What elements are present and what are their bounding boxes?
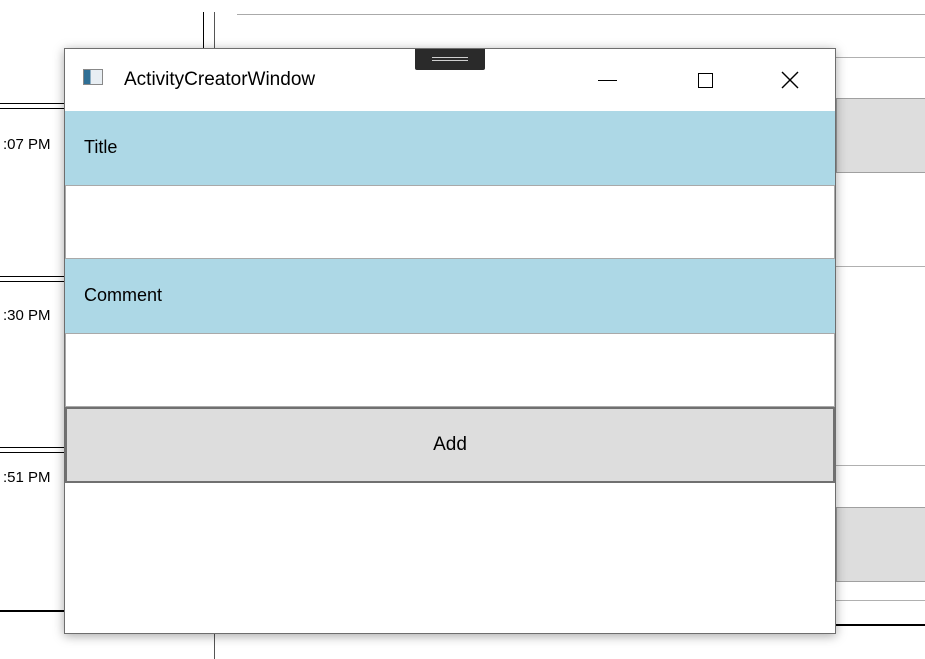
- empty-content-area: [65, 483, 835, 633]
- minimize-icon: [597, 79, 617, 81]
- close-button[interactable]: [758, 49, 822, 111]
- background-row-separator: [0, 447, 66, 453]
- comment-input[interactable]: [65, 333, 835, 407]
- grip-line: [432, 57, 468, 58]
- grip-line: [432, 60, 468, 61]
- app-window-icon: [83, 69, 103, 85]
- background-divider: [836, 465, 925, 466]
- comment-label-band: Comment: [65, 259, 835, 333]
- background-row-separator: [836, 624, 925, 626]
- background-time-label: :51 PM: [3, 469, 51, 486]
- minimize-button[interactable]: [575, 49, 639, 111]
- background-divider: [836, 57, 925, 58]
- background-header-box: [237, 14, 925, 48]
- background-button[interactable]: [836, 507, 925, 582]
- background-divider: [836, 600, 925, 601]
- background-row-separator: [0, 276, 66, 282]
- comment-label: Comment: [84, 285, 163, 305]
- maximize-button[interactable]: [673, 49, 737, 111]
- background-row-separator: [0, 103, 66, 109]
- background-divider: [203, 12, 204, 52]
- title-bar[interactable]: ActivityCreatorWindow: [65, 49, 835, 111]
- activity-creator-window: ActivityCreatorWindow Title Comment Add: [64, 48, 836, 634]
- background-button[interactable]: [836, 98, 925, 173]
- title-label-band: Title: [65, 111, 835, 185]
- drag-handle[interactable]: [415, 49, 485, 70]
- window-title: ActivityCreatorWindow: [124, 69, 316, 90]
- title-label: Title: [84, 137, 118, 157]
- background-row-separator: [0, 610, 64, 612]
- add-button[interactable]: Add: [65, 407, 835, 483]
- title-input[interactable]: [65, 185, 835, 259]
- background-divider: [836, 266, 925, 267]
- background-time-label: :30 PM: [3, 307, 51, 324]
- background-time-label: :07 PM: [3, 136, 51, 153]
- close-icon: [781, 71, 799, 89]
- maximize-icon: [697, 72, 713, 88]
